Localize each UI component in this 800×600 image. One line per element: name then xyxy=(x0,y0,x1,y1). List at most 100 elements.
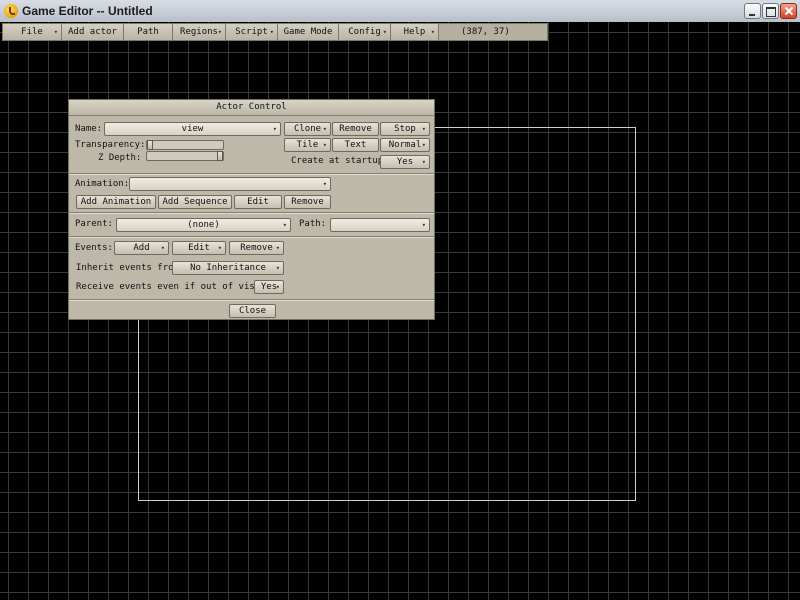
dropdown-arrow-icon: ▾ xyxy=(322,180,327,188)
add-sequence-label: Add Sequence xyxy=(162,197,228,207)
menu-help-label: Help xyxy=(403,27,426,37)
dropdown-arrow-icon: ▾ xyxy=(421,125,426,133)
events-add-label: Add xyxy=(133,243,150,253)
normal-dropdown[interactable]: Normal ▾ xyxy=(380,138,430,152)
text-button[interactable]: Text xyxy=(332,138,379,152)
close-label: Close xyxy=(238,306,267,316)
menu-file[interactable]: File ▾ xyxy=(3,24,62,40)
normal-label: Normal xyxy=(388,140,422,150)
close-button[interactable]: Close xyxy=(229,304,276,318)
text-label: Text xyxy=(344,140,367,150)
dropdown-arrow-icon: ▾ xyxy=(275,264,280,272)
menu-path[interactable]: Path xyxy=(124,24,173,40)
dropdown-arrow-icon: ▾ xyxy=(322,141,327,149)
parent-dropdown[interactable]: (none) ▾ xyxy=(116,218,291,232)
animation-label: Animation: xyxy=(75,179,130,189)
dialog-title: Actor Control xyxy=(69,100,434,116)
minimize-button[interactable] xyxy=(744,3,761,19)
name-dropdown[interactable]: view ▾ xyxy=(104,122,281,136)
close-window-button[interactable] xyxy=(780,3,797,19)
create-startup-label: Create at startup: xyxy=(291,156,389,166)
tile-label: Tile xyxy=(296,140,319,150)
events-remove-button[interactable]: Remove ▾ xyxy=(229,241,284,255)
events-label: Events: xyxy=(75,243,113,253)
cursor-coordinates: (387, 37) xyxy=(439,24,547,40)
menu-regions-label: Regions xyxy=(180,27,218,37)
events-edit-label: Edit xyxy=(188,243,210,253)
transparency-slider[interactable] xyxy=(146,140,224,150)
add-animation-label: Add Animation xyxy=(80,197,152,207)
dropdown-arrow-icon: ▾ xyxy=(275,244,280,252)
dropdown-arrow-icon: ▾ xyxy=(272,125,277,133)
menu-add-actor[interactable]: Add actor xyxy=(62,24,124,40)
remove-animation-label: Remove xyxy=(291,197,324,207)
dropdown-arrow-icon: ▾ xyxy=(421,221,426,229)
divider xyxy=(69,173,434,175)
path-label: Path: xyxy=(299,219,327,229)
remove-actor-button[interactable]: Remove xyxy=(332,122,379,136)
inherit-dropdown[interactable]: No Inheritance ▾ xyxy=(172,261,284,275)
clone-label: Clone xyxy=(293,124,322,134)
dropdown-arrow-icon: ▾ xyxy=(217,244,222,252)
receive-value: Yes xyxy=(260,282,278,292)
menu-config[interactable]: Config ▾ xyxy=(339,24,391,40)
app-icon xyxy=(4,4,18,18)
dropdown-arrow-icon: ▾ xyxy=(322,125,327,133)
remove-actor-label: Remove xyxy=(339,124,372,134)
create-startup-dropdown[interactable]: Yes ▾ xyxy=(380,155,430,169)
clone-button[interactable]: Clone ▾ xyxy=(284,122,331,136)
menu-help[interactable]: Help ▾ xyxy=(391,24,439,40)
path-dropdown[interactable]: ▾ xyxy=(330,218,430,232)
menu-config-label: Config xyxy=(348,27,381,37)
menu-script-label: Script xyxy=(235,27,268,37)
edit-animation-button[interactable]: Edit xyxy=(234,195,282,209)
maximize-button[interactable] xyxy=(762,3,779,19)
menu-add-actor-label: Add actor xyxy=(68,27,117,37)
dropdown-arrow-icon: ▾ xyxy=(53,28,58,36)
name-value: view xyxy=(181,124,204,134)
stop-button[interactable]: Stop ▾ xyxy=(380,122,430,136)
menu-file-label: File xyxy=(21,27,43,37)
transparency-slider-knob[interactable] xyxy=(147,140,153,150)
inherit-label: Inherit events from: xyxy=(76,263,185,273)
dropdown-arrow-icon: ▾ xyxy=(382,28,387,36)
actor-control-dialog: Actor Control Name: view ▾ Clone ▾ Remove … xyxy=(68,99,435,320)
dropdown-arrow-icon: ▾ xyxy=(421,158,426,166)
zdepth-slider[interactable] xyxy=(146,151,224,161)
dropdown-arrow-icon: ▾ xyxy=(160,244,165,252)
add-animation-button[interactable]: Add Animation xyxy=(76,195,156,209)
menu-game-mode[interactable]: Game Mode xyxy=(278,24,339,40)
name-label: Name: xyxy=(75,124,103,134)
dropdown-arrow-icon: ▾ xyxy=(217,28,222,36)
receive-dropdown[interactable]: Yes ▾ xyxy=(254,280,284,294)
add-sequence-button[interactable]: Add Sequence xyxy=(158,195,232,209)
stop-label: Stop xyxy=(394,124,416,134)
divider xyxy=(69,299,434,301)
dropdown-arrow-icon: ▾ xyxy=(430,28,435,36)
create-startup-value: Yes xyxy=(396,157,414,167)
remove-animation-button[interactable]: Remove xyxy=(284,195,331,209)
events-remove-label: Remove xyxy=(240,243,273,253)
divider xyxy=(69,236,434,238)
menu-script[interactable]: Script ▾ xyxy=(226,24,278,40)
events-add-button[interactable]: Add ▾ xyxy=(114,241,169,255)
edit-animation-label: Edit xyxy=(247,197,269,207)
transparency-label: Transparency: xyxy=(75,140,146,150)
tile-button[interactable]: Tile ▾ xyxy=(284,138,331,152)
events-edit-button[interactable]: Edit ▾ xyxy=(172,241,226,255)
zdepth-label: Z Depth: xyxy=(98,153,142,163)
window-titlebar: Game Editor -- Untitled xyxy=(0,0,800,23)
menu-path-label: Path xyxy=(137,27,159,37)
window-title: Game Editor -- Untitled xyxy=(22,4,153,18)
animation-dropdown[interactable]: ▾ xyxy=(129,177,331,191)
receive-label: Receive events even if out of vision: xyxy=(76,282,277,292)
inherit-value: No Inheritance xyxy=(190,263,266,273)
divider xyxy=(69,212,434,214)
menu-regions[interactable]: Regions ▾ xyxy=(173,24,226,40)
dropdown-arrow-icon: ▾ xyxy=(282,221,287,229)
dropdown-arrow-icon: ▾ xyxy=(421,141,426,149)
zdepth-slider-knob[interactable] xyxy=(217,151,223,161)
menu-game-mode-label: Game Mode xyxy=(283,27,333,37)
dropdown-arrow-icon: ▾ xyxy=(269,28,274,36)
dropdown-arrow-icon: ▾ xyxy=(275,283,280,291)
